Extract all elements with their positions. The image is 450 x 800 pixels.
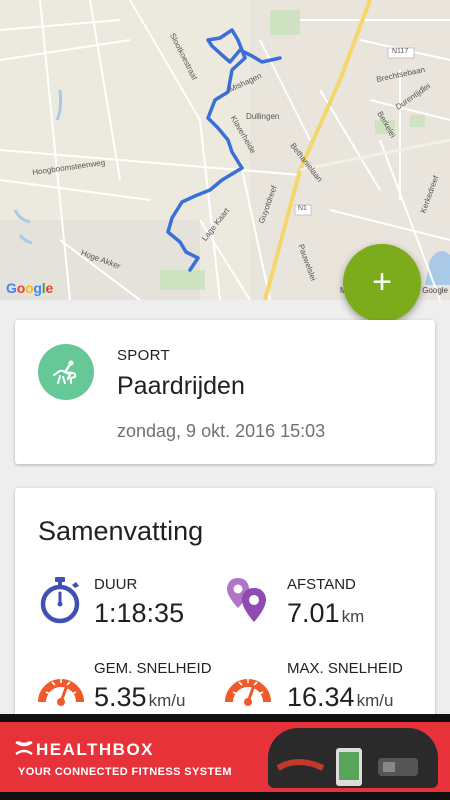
avg-speed-value: 5.35 km/u xyxy=(94,682,185,713)
google-logo: Google xyxy=(6,280,54,296)
activity-card[interactable]: SPORT Paardrijden zondag, 9 okt. 2016 15… xyxy=(15,320,435,464)
duration-value: 1:18:35 xyxy=(94,598,185,628)
max-speed-number: 16.34 xyxy=(287,682,355,712)
max-speed-label: MAX. SNELHEID xyxy=(287,660,403,677)
avg-speed-number: 5.35 xyxy=(94,682,147,712)
horse-riding-icon xyxy=(38,344,94,400)
activity-name: Paardrijden xyxy=(117,372,245,400)
map-street-label: Dullingen xyxy=(246,112,280,121)
avg-speed-label: GEM. SNELHEID xyxy=(94,660,212,677)
stat-duration: DUUR 1:18:35 xyxy=(38,576,228,636)
stat-avg-speed: GEM. SNELHEID 5.35 km/u xyxy=(38,660,228,720)
ad-banner[interactable]: HEALTHBOX YOUR CONNECTED FITNESS SYSTEM xyxy=(0,722,450,792)
distance-unit: km xyxy=(341,607,365,626)
summary-title: Samenvatting xyxy=(38,516,204,546)
under-armour-logo-icon xyxy=(15,740,33,755)
plus-icon: + xyxy=(372,262,392,301)
duration-label: DUUR xyxy=(94,576,138,593)
map-road-shield: N1 xyxy=(298,205,307,212)
max-speed-value: 16.34 km/u xyxy=(287,682,393,713)
ad-tagline: YOUR CONNECTED FITNESS SYSTEM xyxy=(18,766,232,778)
location-pins-icon xyxy=(227,578,266,622)
activity-datetime: zondag, 9 okt. 2016 15:03 xyxy=(117,421,326,441)
speedometer-icon xyxy=(38,679,84,706)
ad-product-image xyxy=(268,728,438,788)
map-road-shield: N117 xyxy=(392,48,409,55)
distance-number: 7.01 xyxy=(287,598,340,628)
speedometer-icon xyxy=(225,679,271,706)
distance-value: 7.01 km xyxy=(287,598,364,629)
stat-max-speed: MAX. SNELHEID 16.34 km/u xyxy=(225,660,425,720)
distance-label: AFSTAND xyxy=(287,576,356,593)
summary-card: Samenvatting DUUR 1:18:35 AFSTAND 7.01 km xyxy=(15,488,435,728)
ad-brand: HEALTHBOX xyxy=(36,740,155,759)
stat-distance: AFSTAND 7.01 km xyxy=(225,576,425,636)
map-credit: Google xyxy=(422,286,448,295)
stopwatch-icon xyxy=(40,577,80,624)
avg-speed-unit: km/u xyxy=(148,691,186,710)
max-speed-unit: km/u xyxy=(356,691,394,710)
add-button[interactable]: + xyxy=(343,244,421,322)
sport-category-label: SPORT xyxy=(117,347,170,364)
